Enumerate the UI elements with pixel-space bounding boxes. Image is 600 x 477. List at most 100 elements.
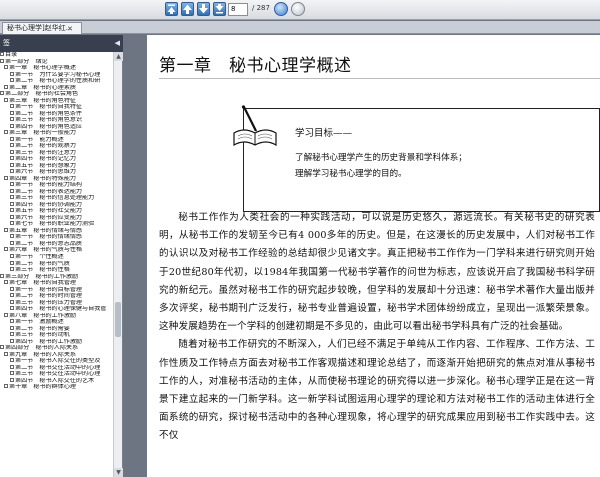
go-to-page-icon[interactable] [274,2,288,16]
expand-toggle-icon[interactable] [10,253,14,258]
bookmark-label: 第一节 秘书的自我特征 [15,104,83,111]
expand-toggle-icon[interactable] [10,358,14,363]
expand-toggle-icon[interactable] [4,247,8,252]
expand-toggle-icon[interactable] [0,58,4,63]
expand-toggle-icon[interactable] [10,143,14,148]
bookmark-item[interactable]: 第十章 秘书的群体心理 [0,384,113,391]
expand-toggle-icon[interactable] [10,306,14,311]
expand-toggle-icon[interactable] [10,221,14,226]
expand-toggle-icon[interactable] [10,364,14,369]
expand-toggle-icon[interactable] [10,332,14,337]
expand-toggle-icon[interactable] [10,188,14,193]
bookmark-label: 第八章 秘书的工作激励 [9,312,77,319]
bookmark-label: 第二节 秘书的需要 [15,325,70,332]
bookmark-label: 第七节 秘书的职业能力测验 [15,221,95,228]
expand-toggle-icon[interactable] [4,384,8,389]
bookmark-tree: 目录 第一部分 绪论 第一章 秘书心理学概述 第一节 为什么要学习秘书心理 第二节 秘书… [0,52,113,477]
expand-toggle-icon[interactable] [10,319,14,324]
expand-toggle-icon[interactable] [0,345,4,350]
bookmark-label: 第四节 秘书的协调能力 [15,201,83,208]
bookmark-label: 第六节 秘书的思维力 [15,169,76,176]
bookmark-label: 第二节 秘书心理学的性质和研 [15,78,101,85]
expand-toggle-icon[interactable] [0,91,4,96]
expand-toggle-icon[interactable] [10,104,14,109]
bookmarks-scrollbar[interactable]: ▲ ▼ [113,52,123,477]
expand-toggle-icon[interactable] [4,227,8,232]
bookmark-label: 第二节 秘书的观察力 [15,143,76,150]
bookmark-label: 第三节 秘书的注意力 [15,149,76,156]
expand-toggle-icon[interactable] [10,156,14,161]
bookmarks-panel: 签 ◀ 目录 第一部分 绪论 第一章 秘书心理学概述 第一节 为什么要学习秘书心理 第二… [0,35,123,477]
expand-toggle-icon[interactable] [10,293,14,298]
bookmark-label: 第三节 秘书交往活动中的心理 [15,371,101,378]
expand-toggle-icon[interactable] [10,299,14,304]
expand-toggle-icon[interactable] [10,162,14,167]
expand-toggle-icon[interactable] [10,234,14,239]
objective-line: 理解学习秘书心理学的目的。 [295,169,407,179]
expand-toggle-icon[interactable] [10,71,14,76]
bookmark-label: 第五节 秘书的想象力 [15,162,76,169]
bookmark-label: 第五章 秘书的情绪与情感 [9,227,83,234]
expand-toggle-icon[interactable] [4,312,8,317]
bookmark-label: 第五节 秘书的社交能力 [15,208,83,215]
paragraph: 秘书工作作为人类社会的一种实践活动，可以说是历史悠久，源远流长。有关秘书史的研究… [159,212,595,333]
expand-toggle-icon[interactable] [10,201,14,206]
expand-toggle-icon[interactable] [10,195,14,200]
chapter-title: 第一章 秘书心理学概述 [159,56,352,76]
expand-toggle-icon[interactable] [10,267,14,272]
next-page-icon[interactable] [197,2,210,16]
expand-toggle-icon[interactable] [10,117,14,122]
bookmark-label: 第一节 秘书人际交往的类型及 [15,358,101,365]
bookmark-label: 第四节 秘书的心理保健与自我管 [15,306,107,313]
scroll-up-icon[interactable]: ▲ [114,52,123,61]
expand-toggle-icon[interactable] [0,273,4,278]
last-page-icon[interactable] [213,2,226,16]
expand-toggle-icon[interactable] [10,182,14,187]
expand-toggle-icon[interactable] [10,240,14,245]
panel-splitter[interactable] [123,35,147,477]
scroll-thumb[interactable] [115,302,121,337]
expand-toggle-icon[interactable] [10,377,14,382]
expand-toggle-icon[interactable] [10,371,14,376]
bookmark-label: 第三节 秘书的性格 [15,267,70,274]
previous-page-icon[interactable] [181,2,194,16]
bookmark-label: 第二节 秘书的意志品质 [15,240,83,247]
expand-toggle-icon[interactable] [10,149,14,154]
close-tab-icon[interactable]: ✕ [67,24,73,34]
expand-toggle-icon[interactable] [10,78,14,83]
expand-toggle-icon[interactable] [4,280,8,285]
bookmark-label: 第四节 秘书的工作激励 [15,338,83,345]
expand-toggle-icon[interactable] [10,136,14,141]
expand-toggle-icon[interactable] [10,260,14,265]
expand-toggle-icon[interactable] [4,84,8,89]
page-number-input[interactable]: 8 [228,3,248,16]
first-page-icon[interactable] [165,2,178,16]
document-tab[interactable]: 秘书心理学]赵华红... ✕ [2,22,82,34]
refresh-icon[interactable] [291,2,305,16]
expand-toggle-icon[interactable] [4,351,8,356]
expand-toggle-icon[interactable] [10,169,14,174]
expand-toggle-icon[interactable] [4,175,8,180]
expand-toggle-icon[interactable] [0,52,4,56]
expand-toggle-icon[interactable] [10,286,14,291]
expand-toggle-icon[interactable] [10,110,14,115]
expand-toggle-icon[interactable] [4,97,8,102]
expand-toggle-icon[interactable] [10,325,14,330]
expand-toggle-icon[interactable] [4,130,8,135]
bookmark-label: 第六节 秘书的应变能力 [15,214,83,221]
collapse-panel-icon[interactable]: ◀ [115,35,120,52]
document-page: 第一章 秘书心理学概述 学习目标—— 了解秘书心理学产生的历史背景和学科体系； … [147,35,600,477]
expand-toggle-icon[interactable] [10,208,14,213]
expand-toggle-icon[interactable] [10,123,14,128]
expand-toggle-icon[interactable] [10,338,14,343]
bookmark-label: 第二章 秘书的心理素质 [9,84,77,91]
scroll-down-icon[interactable]: ▼ [114,468,123,477]
bookmark-label: 第二节 秘书的表达能力 [15,188,83,195]
viewer-toolbar: 8 / 287 [0,0,600,20]
bookmark-label: 第一节 秘书的能力结构 [15,182,83,189]
bookmark-label: 第三部分 秘书的工作激励 [5,273,79,280]
bookmark-label: 第二节 秘书交往活动中的心理 [15,364,101,371]
expand-toggle-icon[interactable] [4,65,8,70]
bookmark-label: 第一节 秘书的目标管理 [15,286,83,293]
expand-toggle-icon[interactable] [10,214,14,219]
